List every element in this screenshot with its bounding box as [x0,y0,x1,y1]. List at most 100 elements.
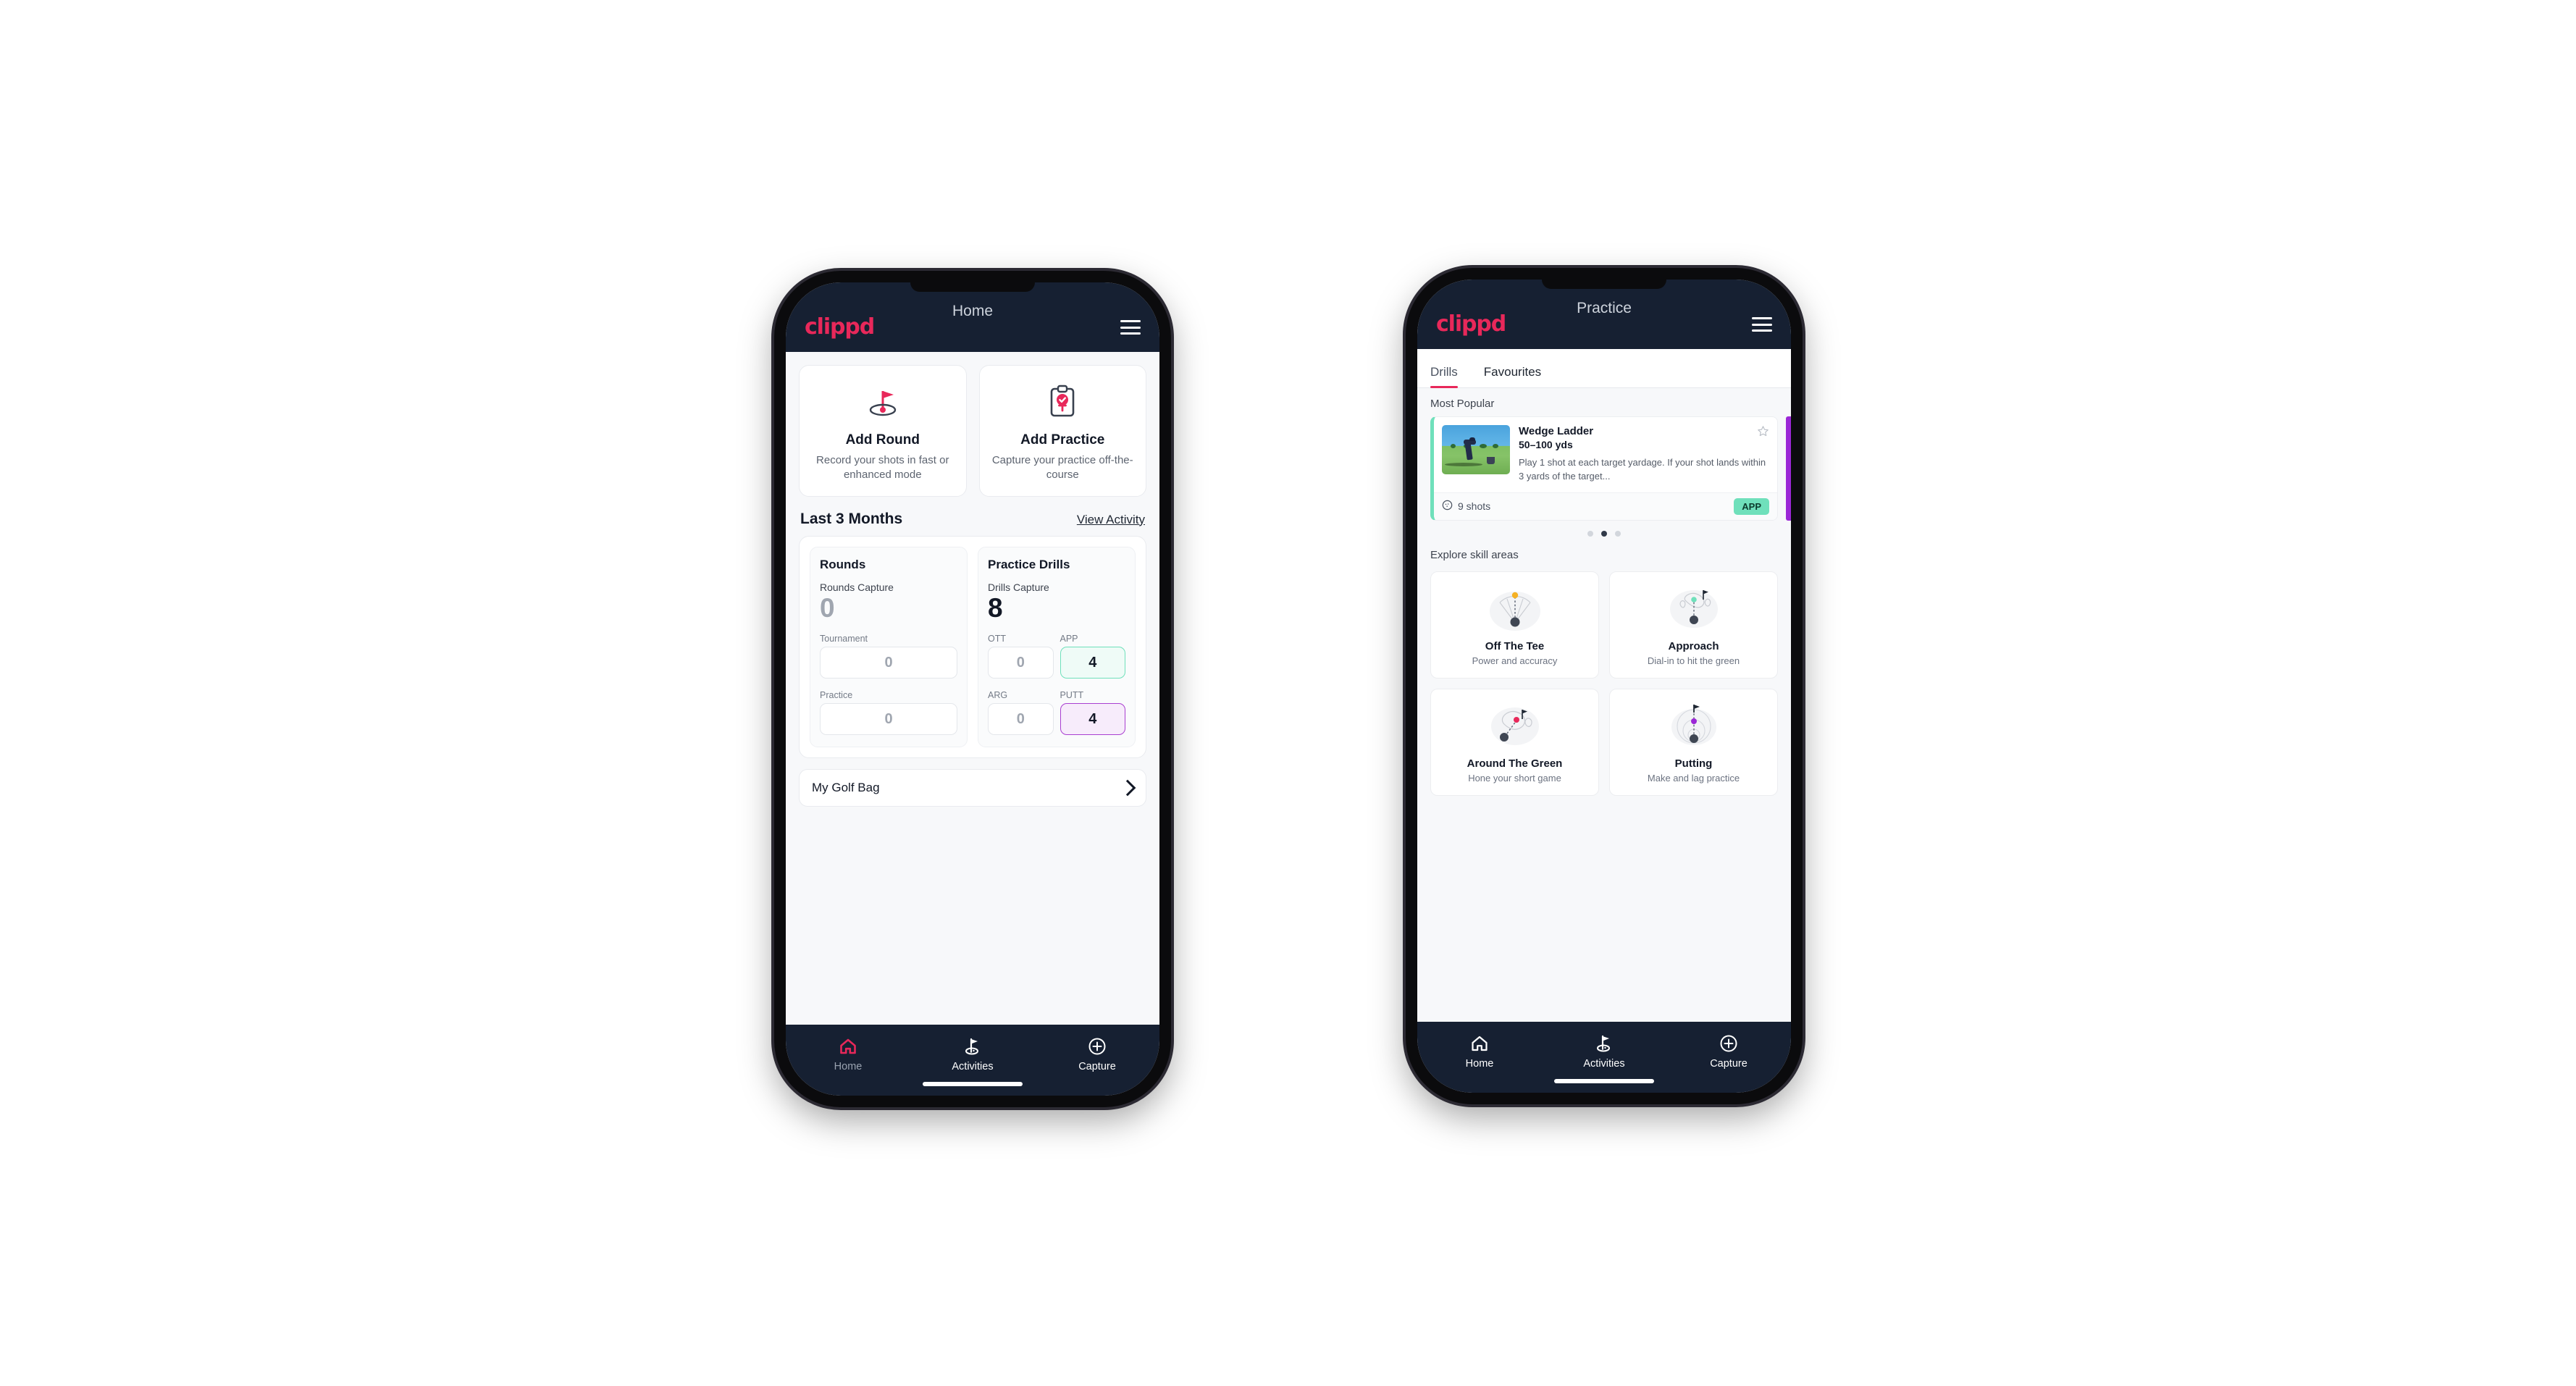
arg-label: ARG [988,690,1008,701]
putt-label: PUTT [1060,690,1084,701]
skill-card-around-the-green[interactable]: Around The Green Hone your short game [1430,688,1599,796]
add-round-subtitle: Record your shots in fast or enhanced mo… [816,454,949,482]
ott-value[interactable]: 0 [988,647,1054,679]
nav-item-home[interactable]: Home [1417,1033,1542,1070]
nav-item-activities[interactable]: Activities [1542,1033,1666,1070]
skill-subtitle: Make and lag practice [1647,772,1740,784]
putt-value[interactable]: 4 [1060,703,1125,736]
skill-subtitle: Power and accuracy [1472,655,1558,666]
skill-title: Putting [1674,757,1713,770]
hamburger-icon[interactable] [1752,317,1772,332]
practice-value[interactable]: 0 [820,703,957,736]
drill-carousel: Wedge Ladder 50–100 yds Play 1 shot at e… [1417,416,1791,521]
drill-card-wedge-ladder[interactable]: Wedge Ladder 50–100 yds Play 1 shot at e… [1430,416,1778,521]
skill-subtitle: Dial-in to hit the green [1647,655,1740,666]
clipboard-check-icon [987,382,1139,422]
phone1-screen: clippd Home Add Round Record your shots … [786,282,1159,1096]
quick-actions-row: Add Round Record your shots in fast or e… [786,352,1159,497]
arg-value[interactable]: 0 [988,703,1054,736]
tournament-value[interactable]: 0 [820,647,957,679]
phone1-appbar: clippd Home [786,282,1159,352]
plus-circle-icon [1035,1036,1159,1057]
phone2-screen: clippd Practice Drills Favourites Most P… [1417,280,1791,1093]
clippd-logo[interactable]: clippd [805,316,875,338]
nav-item-capture[interactable]: Capture [1035,1036,1159,1072]
skill-title: Off The Tee [1485,639,1545,652]
nav-item-activities[interactable]: Activities [910,1036,1035,1072]
most-popular-caption: Most Popular [1430,398,1495,410]
rounds-stat-column: Rounds Rounds Capture 0 Tournament 0 Pra… [810,546,968,748]
next-card-peek[interactable] [1786,416,1791,521]
carousel-dot-3[interactable] [1615,530,1621,537]
home-indicator [1554,1079,1654,1083]
tournament-label: Tournament [820,634,868,644]
phone1-content: Add Round Record your shots in fast or e… [786,352,1159,1025]
nav-item-capture[interactable]: Capture [1666,1033,1791,1070]
drill-shots: 9 shots [1442,500,1490,513]
golf-ball-icon [1442,500,1453,513]
phone2-content: Most Popular Wedge Ladder 50–100 yds Pla… [1417,388,1791,1022]
last-3-months-header: Last 3 Months View Activity [786,497,1159,536]
green-approach-icon [1616,582,1771,636]
app-value[interactable]: 4 [1060,647,1125,679]
practice-tabs: Drills Favourites [1417,349,1791,388]
nav-label-capture: Capture [1078,1061,1116,1072]
nav-label-home: Home [834,1061,863,1072]
golf-flag-hole-icon [807,382,959,422]
carousel-dot-2[interactable] [1601,530,1607,537]
star-outline-icon[interactable] [1757,425,1769,437]
drill-description: Play 1 shot at each target yardage. If y… [1519,457,1766,482]
add-practice-subtitle: Capture your practice off-the-course [991,454,1133,482]
golf-flag-icon [910,1036,1035,1057]
add-round-title: Add Round [845,432,920,448]
home-indicator [923,1082,1023,1086]
practice-scroll-area: Most Popular Wedge Ladder 50–100 yds Pla… [1417,388,1791,1022]
stats-card: Rounds Rounds Capture 0 Tournament 0 Pra… [799,535,1146,759]
drill-cells-row-1: OTT 0 APP 4 [988,634,1125,679]
skill-areas-grid: Off The Tee Power and accuracy Approach … [1417,568,1791,796]
add-round-card[interactable]: Add Round Record your shots in fast or e… [799,365,967,497]
phone-mockup-practice: clippd Practice Drills Favourites Most P… [1406,268,1803,1104]
drill-card-footer: 9 shots APP [1434,492,1777,520]
putting-rings-icon [1616,700,1771,753]
tab-favourites[interactable]: Favourites [1484,365,1553,387]
skill-card-approach[interactable]: Approach Dial-in to hit the green [1609,571,1778,679]
practice-field: Practice 0 [820,690,957,736]
app-label: APP [1060,634,1078,644]
drills-heading: Practice Drills [988,557,1070,571]
skill-card-putting[interactable]: Putting Make and lag practice [1609,688,1778,796]
tournament-field: Tournament 0 [820,634,957,679]
drill-card-body: Wedge Ladder 50–100 yds Play 1 shot at e… [1434,417,1777,492]
chevron-right-icon [1119,780,1136,797]
drills-stat-column: Practice Drills Drills Capture 8 OTT 0 A… [978,546,1136,748]
drill-title-row: Wedge Ladder 50–100 yds [1519,425,1769,450]
carousel-dot-1[interactable] [1587,530,1593,537]
my-golf-bag-label: My Golf Bag [812,781,880,795]
nav-label-capture: Capture [1710,1058,1748,1070]
view-activity-link[interactable]: View Activity [1077,513,1145,527]
tee-fan-icon [1437,582,1593,636]
app-field: APP 4 [1060,634,1125,679]
tab-drills[interactable]: Drills [1430,365,1469,388]
my-golf-bag-row[interactable]: My Golf Bag [799,769,1146,807]
screenshot-canvas: clippd Home Add Round Record your shots … [0,0,2576,1386]
arg-field: ARG 0 [988,690,1054,736]
putt-field: PUTT 4 [1060,690,1125,736]
ott-field: OTT 0 [988,634,1054,679]
hamburger-icon[interactable] [1120,320,1141,335]
add-practice-title: Add Practice [1020,432,1105,448]
phone2-bottom-nav: Home Activities Capture [1417,1022,1791,1093]
add-practice-card[interactable]: Add Practice Capture your practice off-t… [978,365,1146,497]
drill-yardage: 50–100 yds [1519,439,1573,450]
drill-cells-row-2: ARG 0 PUTT 4 [988,690,1125,736]
home-icon [1417,1033,1542,1054]
drill-info: Wedge Ladder 50–100 yds Play 1 shot at e… [1519,425,1769,484]
clippd-logo[interactable]: clippd [1436,314,1506,335]
drill-shots-label: 9 shots [1458,500,1491,513]
rounds-heading: Rounds [820,557,866,571]
nav-label-activities: Activities [952,1061,994,1072]
skill-card-off-the-tee[interactable]: Off The Tee Power and accuracy [1430,571,1599,679]
explore-skill-areas-caption: Explore skill areas [1430,548,1519,561]
drills-capture-value: 8 [988,592,1003,623]
nav-item-home[interactable]: Home [786,1036,910,1072]
